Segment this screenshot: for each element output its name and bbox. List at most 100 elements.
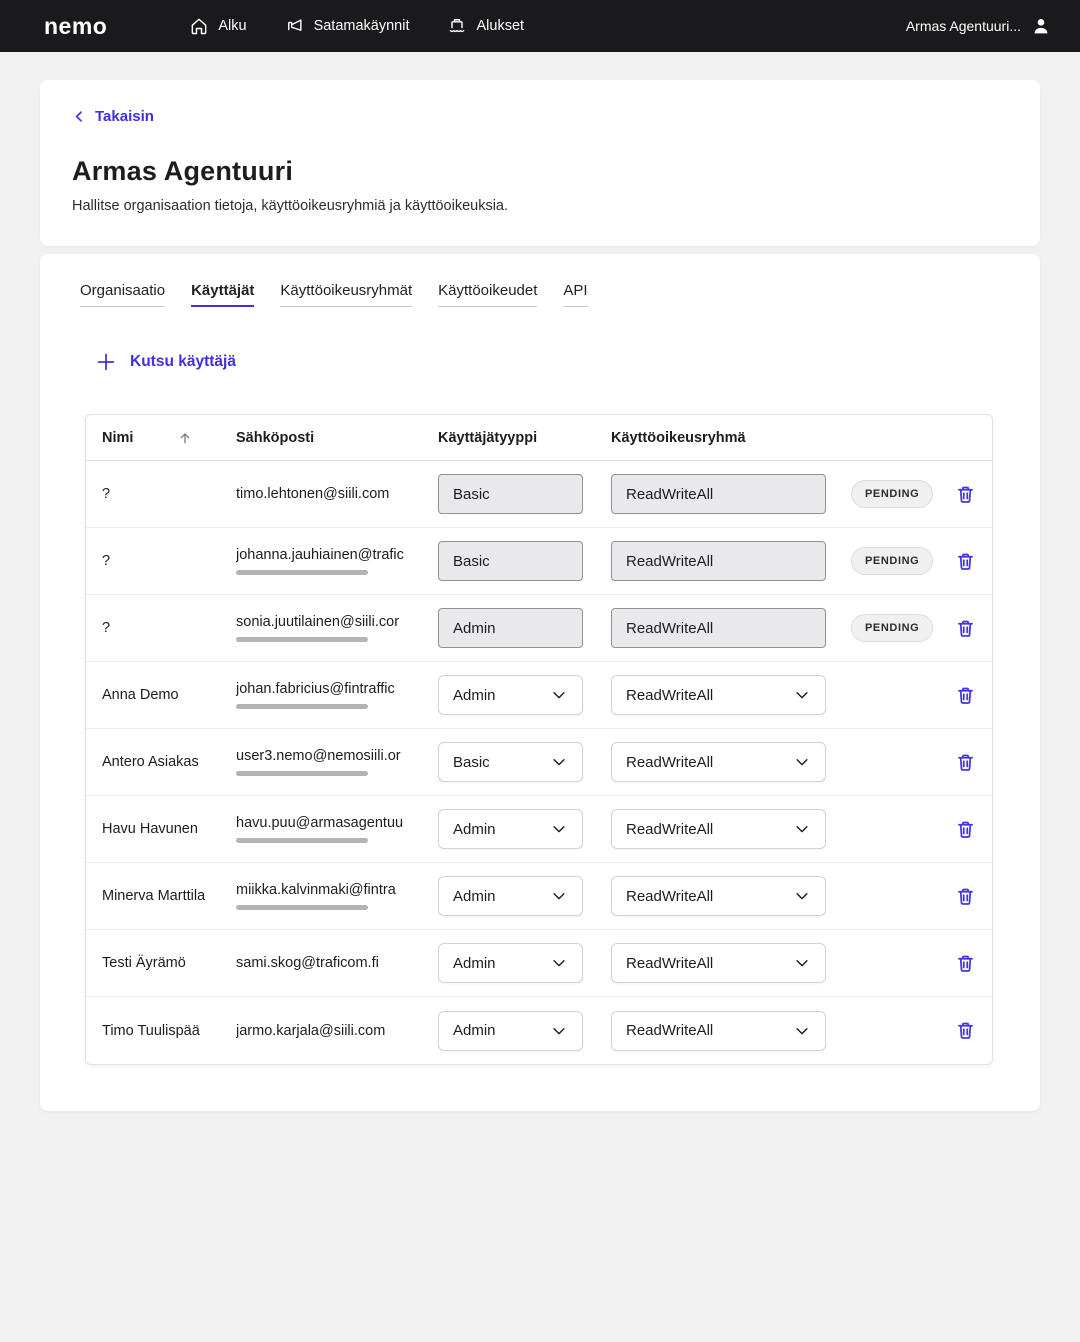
- chevron-down-icon: [793, 820, 811, 838]
- user-name: Anna Demo: [102, 687, 236, 703]
- user-type-select[interactable]: Admin: [438, 1011, 583, 1051]
- ship-icon: [447, 16, 467, 36]
- user-email-cell: havu.puu@armasagentuu: [236, 815, 438, 843]
- tab-organisaatio[interactable]: Organisaatio: [80, 282, 165, 307]
- user-name: ?: [102, 620, 236, 636]
- permission-group-select[interactable]: ReadWriteAll: [611, 675, 826, 715]
- email-scrollbar[interactable]: [236, 637, 368, 642]
- nav-label: Alku: [218, 18, 246, 34]
- tab-kayttooikeusryhmat[interactable]: Käyttöoikeusryhmät: [280, 282, 412, 307]
- user-email: sami.skog@traficom.fi: [236, 955, 416, 971]
- app-logo[interactable]: nemo: [44, 13, 107, 40]
- page-subtitle: Hallitse organisaation tietoja, käyttöoi…: [72, 198, 1008, 214]
- permission-group-select[interactable]: ReadWriteAll: [611, 876, 826, 916]
- trash-icon: [955, 752, 976, 773]
- user-email-cell: user3.nemo@nemosiili.or: [236, 748, 438, 776]
- delete-user-button[interactable]: [955, 886, 976, 907]
- page-title: Armas Agentuuri: [72, 156, 1008, 187]
- trash-icon: [955, 484, 976, 505]
- email-scrollbar[interactable]: [236, 838, 368, 843]
- user-type-select: Basic: [438, 474, 583, 514]
- invite-user-label: Kutsu käyttäjä: [130, 353, 236, 371]
- user-type-select[interactable]: Basic: [438, 742, 583, 782]
- nav-label: Satamakäynnit: [314, 18, 410, 34]
- table-row: ? johanna.jauhiainen@trafic Basic ReadWr…: [86, 528, 992, 595]
- tab-api[interactable]: API: [563, 282, 587, 307]
- delete-user-button[interactable]: [955, 484, 976, 505]
- user-name: Timo Tuulispää: [102, 1023, 236, 1039]
- permission-group-select: ReadWriteAll: [611, 608, 826, 648]
- email-scrollbar[interactable]: [236, 570, 368, 575]
- tab-bar: Organisaatio Käyttäjät Käyttöoikeusryhmä…: [80, 282, 1000, 307]
- user-type-select[interactable]: Admin: [438, 876, 583, 916]
- chevron-down-icon: [793, 954, 811, 972]
- column-header-nimi[interactable]: Nimi: [102, 430, 236, 446]
- pending-badge: PENDING: [851, 480, 933, 508]
- account-menu[interactable]: Armas Agentuuri...: [906, 15, 1052, 37]
- delete-user-button[interactable]: [955, 819, 976, 840]
- chevron-down-icon: [793, 887, 811, 905]
- nav-item-satamakaynnit[interactable]: Satamakäynnit: [285, 16, 410, 36]
- user-name: ?: [102, 553, 236, 569]
- email-scrollbar[interactable]: [236, 905, 368, 910]
- port-calls-icon: [285, 16, 305, 36]
- nav-item-alku[interactable]: Alku: [189, 16, 246, 36]
- delete-user-button[interactable]: [955, 685, 976, 706]
- user-name: ?: [102, 486, 236, 502]
- table-row: Minerva Marttila miikka.kalvinmaki@fintr…: [86, 863, 992, 930]
- table-row: Testi Äyrämö sami.skog@traficom.fi Admin…: [86, 930, 992, 997]
- back-link[interactable]: Takaisin: [72, 108, 154, 125]
- email-scrollbar[interactable]: [236, 771, 368, 776]
- permission-group-select[interactable]: ReadWriteAll: [611, 809, 826, 849]
- nav-label: Alukset: [476, 18, 524, 34]
- permission-group-select: ReadWriteAll: [611, 541, 826, 581]
- trash-icon: [955, 618, 976, 639]
- permission-group-select[interactable]: ReadWriteAll: [611, 742, 826, 782]
- users-table: Nimi Sähköposti Käyttäjätyyppi Käyttöoik…: [85, 414, 993, 1065]
- table-row: ? timo.lehtonen@siili.com Basic ReadWrit…: [86, 461, 992, 528]
- user-type-select[interactable]: Admin: [438, 809, 583, 849]
- user-email-cell: sami.skog@traficom.fi: [236, 955, 438, 971]
- chevron-down-icon: [550, 887, 568, 905]
- trash-icon: [955, 685, 976, 706]
- user-type-select[interactable]: Admin: [438, 943, 583, 983]
- delete-user-button[interactable]: [955, 953, 976, 974]
- delete-user-button[interactable]: [955, 1020, 976, 1041]
- email-scrollbar[interactable]: [236, 704, 368, 709]
- home-icon: [189, 16, 209, 36]
- trash-icon: [955, 819, 976, 840]
- chevron-down-icon: [793, 753, 811, 771]
- nav-item-alukset[interactable]: Alukset: [447, 16, 524, 36]
- org-main-card: Organisaatio Käyttäjät Käyttöoikeusryhmä…: [40, 254, 1040, 1111]
- delete-user-button[interactable]: [955, 551, 976, 572]
- main-nav: Alku Satamakäynnit Alukset: [189, 16, 524, 36]
- user-email: johanna.jauhiainen@trafic: [236, 547, 416, 563]
- user-email: miikka.kalvinmaki@fintra: [236, 882, 416, 898]
- delete-user-button[interactable]: [955, 618, 976, 639]
- permission-group-select: ReadWriteAll: [611, 474, 826, 514]
- pending-badge: PENDING: [851, 547, 933, 575]
- account-label: Armas Agentuuri...: [906, 18, 1021, 34]
- user-name: Antero Asiakas: [102, 754, 236, 770]
- back-label: Takaisin: [95, 108, 154, 125]
- permission-group-select[interactable]: ReadWriteAll: [611, 1011, 826, 1051]
- user-type-select[interactable]: Admin: [438, 675, 583, 715]
- user-email: johan.fabricius@fintraffic: [236, 681, 416, 697]
- user-email: jarmo.karjala@siili.com: [236, 1023, 416, 1039]
- trash-icon: [955, 551, 976, 572]
- tab-kayttooikeudet[interactable]: Käyttöoikeudet: [438, 282, 537, 307]
- table-row: Anna Demo johan.fabricius@fintraffic Adm…: [86, 662, 992, 729]
- permission-group-select[interactable]: ReadWriteAll: [611, 943, 826, 983]
- chevron-down-icon: [550, 1022, 568, 1040]
- invite-user-button[interactable]: Kutsu käyttäjä: [95, 351, 236, 373]
- user-email-cell: miikka.kalvinmaki@fintra: [236, 882, 438, 910]
- user-type-select: Basic: [438, 541, 583, 581]
- delete-user-button[interactable]: [955, 752, 976, 773]
- tab-kayttajat[interactable]: Käyttäjät: [191, 282, 254, 307]
- column-header-sahkoposti: Sähköposti: [236, 430, 438, 446]
- user-email: havu.puu@armasagentuu: [236, 815, 416, 831]
- user-email: user3.nemo@nemosiili.or: [236, 748, 416, 764]
- chevron-down-icon: [550, 753, 568, 771]
- user-icon: [1030, 15, 1052, 37]
- chevron-down-icon: [550, 686, 568, 704]
